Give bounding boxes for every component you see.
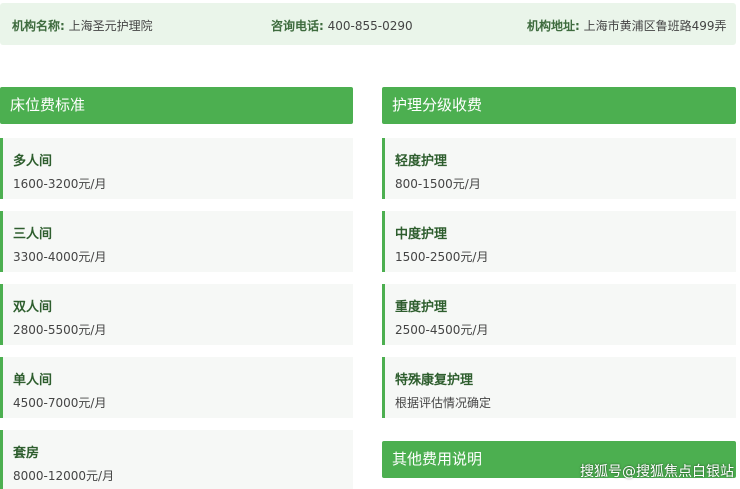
institution-name-label: 机构名称:	[12, 19, 65, 33]
institution-info-bar: 机构名称: 上海圣元护理院 咨询电话: 400-855-0290 机构地址: 上…	[0, 3, 736, 45]
institution-address: 机构地址: 上海市黄浦区鲁班路499弄	[527, 17, 727, 34]
care-fees-header: 护理分级收费	[382, 87, 736, 124]
consult-phone: 咨询电话: 400-855-0290	[271, 17, 413, 34]
institution-name-value: 上海圣元护理院	[68, 19, 153, 33]
institution-address-value: 上海市黄浦区鲁班路499弄	[583, 19, 727, 33]
care-fee-card: 中度护理 1500-2500元/月	[382, 211, 736, 272]
consult-phone-value[interactable]: 400-855-0290	[328, 19, 413, 33]
bed-type-name: 单人间	[13, 373, 53, 388]
bed-type-price: 3300-4000元/月	[13, 250, 107, 264]
care-fee-card: 特殊康复护理 根据评估情况确定	[382, 357, 736, 418]
bed-type-name: 多人间	[13, 154, 53, 169]
watermark-text: 搜狐号@搜狐焦点白银站	[580, 464, 734, 480]
bed-fees-header: 床位费标准	[0, 87, 353, 124]
care-level-name: 轻度护理	[395, 154, 448, 169]
care-level-name: 重度护理	[395, 300, 448, 315]
bed-type-name: 三人间	[13, 227, 53, 242]
care-fee-card: 重度护理 2500-4500元/月	[382, 284, 736, 345]
institution-address-label: 机构地址:	[527, 19, 580, 33]
bed-type-name: 套房	[13, 446, 40, 461]
bed-type-price: 1600-3200元/月	[13, 177, 107, 191]
care-level-price: 2500-4500元/月	[395, 323, 489, 337]
care-level-price: 根据评估情况确定	[395, 396, 492, 410]
care-fee-card: 轻度护理 800-1500元/月	[382, 138, 736, 199]
bed-fee-card: 多人间 1600-3200元/月	[0, 138, 353, 199]
bed-fee-card: 双人间 2800-5500元/月	[0, 284, 353, 345]
bed-fee-card: 单人间 4500-7000元/月	[0, 357, 353, 418]
care-level-price: 1500-2500元/月	[395, 250, 489, 264]
bed-type-price: 4500-7000元/月	[13, 396, 107, 410]
institution-name: 机构名称: 上海圣元护理院	[12, 17, 153, 34]
consult-phone-label: 咨询电话:	[271, 19, 324, 33]
bed-fee-card: 三人间 3300-4000元/月	[0, 211, 353, 272]
care-level-name: 特殊康复护理	[395, 373, 474, 388]
bed-type-name: 双人间	[13, 300, 53, 315]
bed-type-price: 2800-5500元/月	[13, 323, 107, 337]
bed-fee-card: 套房 8000-12000元/月	[0, 430, 353, 489]
care-level-price: 800-1500元/月	[395, 177, 481, 191]
care-level-name: 中度护理	[395, 227, 448, 242]
bed-type-price: 8000-12000元/月	[13, 469, 115, 483]
